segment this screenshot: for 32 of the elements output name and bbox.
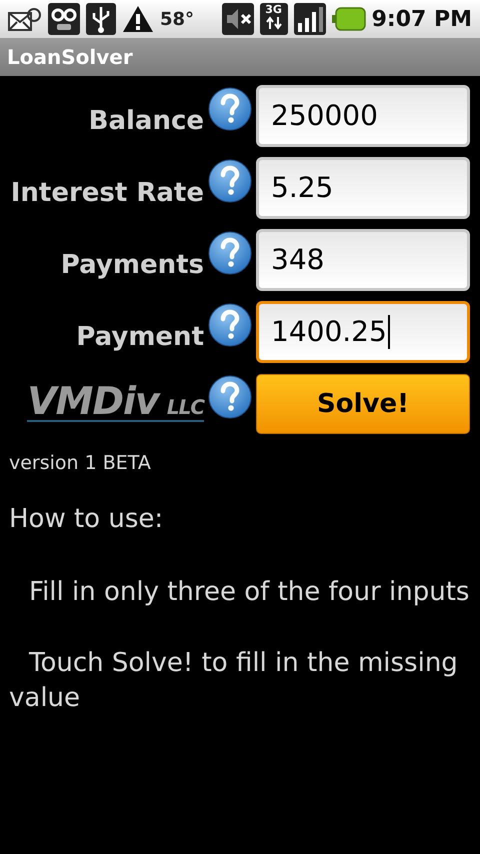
- warning-icon: [122, 5, 154, 33]
- company-logo: VMDiv LLC: [27, 382, 204, 422]
- battery-icon: [332, 7, 366, 31]
- clock-text: 9:07 PM: [372, 6, 472, 34]
- muted-speaker-icon: [222, 3, 254, 35]
- help-icon[interactable]: [208, 159, 252, 203]
- field-label: Interest Rate: [10, 177, 204, 210]
- field-label: Payment: [75, 321, 204, 354]
- help-icon[interactable]: [208, 87, 252, 131]
- data-arrows-icon: [264, 16, 283, 30]
- version-text: version 1 BETA: [9, 451, 152, 476]
- network-type-text: 3G: [265, 4, 282, 16]
- mail-icon: [8, 6, 42, 32]
- input-field[interactable]: 1400.25: [256, 301, 470, 363]
- help-icon[interactable]: [208, 231, 252, 275]
- help-step-text: Fill in only three of the four inputs: [28, 576, 470, 608]
- signal-icon: [294, 3, 326, 35]
- solve-button[interactable]: Solve!: [256, 374, 470, 434]
- help-step-text: Touch Solve! to fill in the missing value: [9, 646, 459, 714]
- input-field[interactable]: 250000: [256, 85, 470, 147]
- text-cursor: [388, 315, 390, 349]
- input-field[interactable]: 5.25: [256, 157, 470, 219]
- field-label: Balance: [88, 105, 204, 138]
- temperature-text: 58°: [160, 8, 194, 32]
- input-field[interactable]: 348: [256, 229, 470, 291]
- field-label: Payments: [60, 249, 204, 282]
- usb-icon: [86, 3, 116, 35]
- voicemail-icon: [48, 3, 80, 35]
- help-heading: How to use:: [9, 502, 164, 536]
- help-icon[interactable]: [208, 303, 252, 347]
- help-icon[interactable]: [208, 375, 252, 419]
- app-title: LoanSolver: [7, 44, 133, 71]
